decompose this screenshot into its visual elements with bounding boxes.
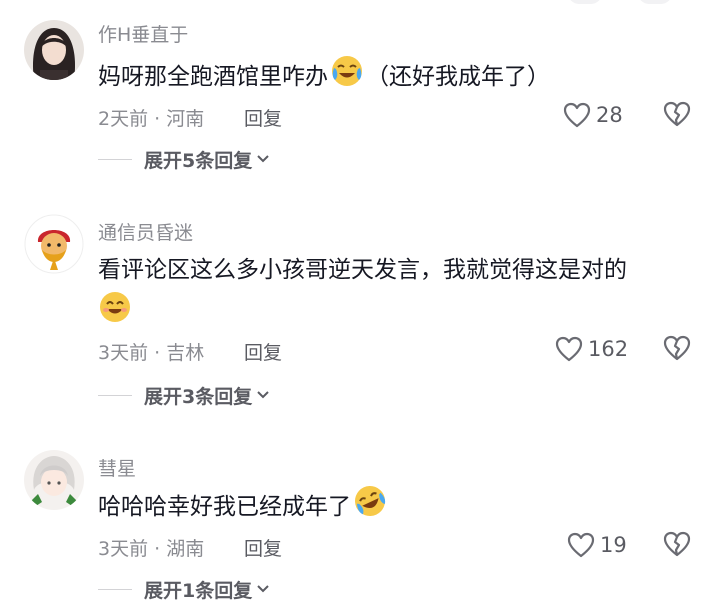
- heart-icon: [555, 336, 583, 362]
- chevron-down-icon: [257, 585, 269, 593]
- expand-replies-button[interactable]: 展开1条回复: [98, 576, 270, 602]
- comment-text: 看评论区这么多小孩哥逆天发言，我就觉得这是对的: [98, 250, 627, 290]
- comment-text-line2: [98, 290, 134, 337]
- smiling-emoji-icon: [98, 290, 132, 337]
- top-action-pill: [638, 0, 672, 4]
- comment-meta: 2天前 · 河南: [98, 108, 205, 130]
- like-count: 19: [600, 533, 627, 557]
- expand-replies-label: 展开3条回复: [144, 385, 253, 408]
- broken-heart-icon: [663, 335, 691, 361]
- like-button[interactable]: 19: [566, 530, 627, 560]
- chevron-down-icon: [257, 155, 269, 163]
- comment-text-body: 妈呀那全跑酒馆里咋办: [98, 64, 328, 90]
- like-count: 162: [588, 337, 629, 361]
- like-button[interactable]: 28: [562, 100, 623, 130]
- dislike-button[interactable]: [662, 334, 692, 364]
- expand-replies-label: 展开5条回复: [144, 149, 253, 172]
- broken-heart-icon: [663, 101, 691, 127]
- top-action-pill: [568, 0, 602, 4]
- divider-line: [98, 588, 132, 590]
- expand-replies-button[interactable]: 展开5条回复: [98, 146, 270, 172]
- expand-replies-button[interactable]: 展开3条回复: [98, 382, 270, 408]
- comment-text-body: 看评论区这么多小孩哥逆天发言，我就觉得这是对的: [98, 257, 627, 283]
- dislike-button[interactable]: [662, 530, 692, 560]
- divider-line: [98, 158, 132, 160]
- reply-button[interactable]: 回复: [244, 338, 282, 365]
- comment-text: 妈呀那全跑酒馆里咋办 （还好我成年了）: [98, 54, 550, 101]
- comment-meta: 3天前 · 湖南: [98, 538, 205, 560]
- avatar[interactable]: [24, 20, 84, 80]
- avatar[interactable]: [24, 450, 84, 510]
- rofl-emoji-icon: [353, 484, 387, 531]
- crying-laughing-emoji-icon: [330, 54, 364, 101]
- comment-username[interactable]: 作H垂直于: [98, 20, 188, 47]
- like-button[interactable]: 162: [554, 334, 628, 364]
- comment-meta: 3天前 · 吉林: [98, 342, 205, 364]
- comment-username[interactable]: 彗星: [98, 454, 136, 481]
- dislike-button[interactable]: [662, 100, 692, 130]
- comment-text-body: 哈哈哈幸好我已经成年了: [98, 494, 351, 520]
- heart-icon: [563, 102, 591, 128]
- avatar[interactable]: [24, 214, 84, 274]
- broken-heart-icon: [663, 531, 691, 557]
- like-count: 28: [596, 103, 623, 127]
- top-actions-partial: [568, 0, 698, 8]
- chevron-down-icon: [257, 391, 269, 399]
- comment-username[interactable]: 通信员昏迷: [98, 218, 193, 245]
- divider-line: [98, 394, 132, 396]
- comment-text: 哈哈哈幸好我已经成年了: [98, 484, 389, 531]
- expand-replies-label: 展开1条回复: [144, 579, 253, 602]
- reply-button[interactable]: 回复: [244, 534, 282, 561]
- reply-button[interactable]: 回复: [244, 104, 282, 131]
- heart-icon: [567, 532, 595, 558]
- comment-text-suffix: （还好我成年了）: [366, 64, 550, 90]
